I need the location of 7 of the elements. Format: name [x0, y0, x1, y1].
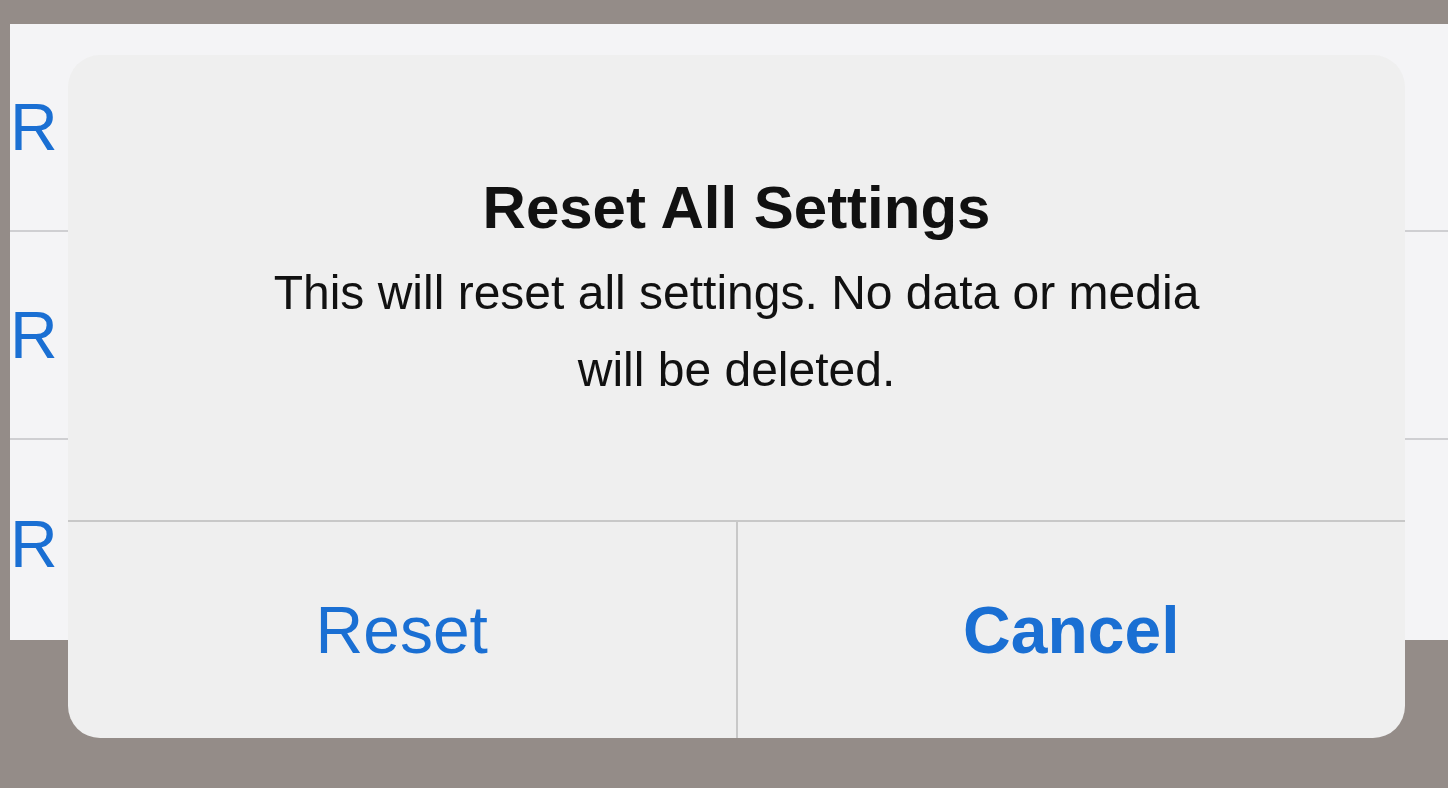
settings-option[interactable]: R: [10, 302, 58, 368]
settings-option[interactable]: R: [10, 94, 58, 160]
settings-option[interactable]: R: [10, 511, 58, 577]
reset-button[interactable]: Reset: [68, 522, 736, 738]
cancel-button[interactable]: Cancel: [735, 522, 1405, 738]
alert-title: Reset All Settings: [482, 175, 991, 241]
alert-message: This will reset all settings. No data or media will be deleted.: [272, 265, 1201, 398]
